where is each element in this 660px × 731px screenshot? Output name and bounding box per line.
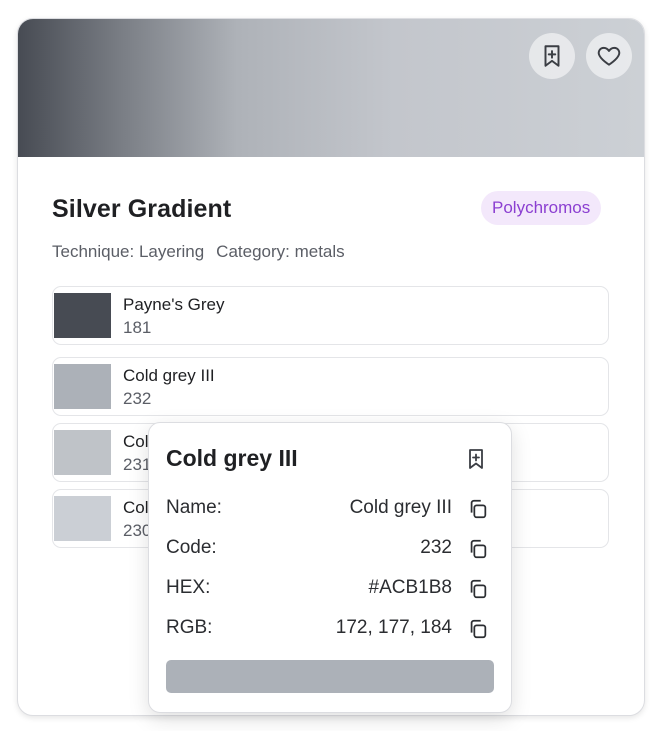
category-label: Category: metals — [216, 242, 345, 261]
detail-row-rgb: RGB: 172, 177, 184 — [166, 617, 494, 641]
detail-value: #ACB1B8 — [368, 577, 452, 598]
detail-label: RGB: — [166, 617, 213, 638]
technique-label: Technique: Layering — [52, 242, 205, 261]
detail-label: Code: — [166, 537, 217, 558]
detail-label: Name: — [166, 497, 222, 518]
detail-row-name: Name: Cold grey III — [166, 497, 494, 521]
detail-row-code: Code: 232 — [166, 537, 494, 561]
color-swatch — [54, 364, 111, 409]
bookmark-plus-icon — [544, 45, 560, 67]
heart-icon — [597, 46, 621, 66]
copy-icon[interactable] — [467, 498, 489, 520]
popover-title: Cold grey III — [166, 445, 298, 471]
color-name: Col — [123, 432, 149, 451]
detail-value: Cold grey III — [349, 497, 452, 518]
color-swatch — [54, 293, 111, 338]
color-row[interactable]: Cold grey III 232 — [52, 357, 609, 416]
copy-icon[interactable] — [467, 578, 489, 600]
palette-title: Silver Gradient — [52, 195, 232, 223]
color-code: 232 — [123, 389, 152, 408]
copy-icon[interactable] — [467, 618, 489, 640]
color-swatch — [54, 496, 111, 541]
detail-label: HEX: — [166, 577, 211, 598]
copy-icon[interactable] — [467, 538, 489, 560]
color-name: Payne's Grey — [123, 295, 225, 314]
palette-meta: Technique: Layering Category: metals — [52, 242, 357, 262]
color-name: Col — [123, 498, 149, 517]
detail-value: 172, 177, 184 — [335, 617, 452, 638]
color-code: 181 — [123, 318, 152, 337]
bookmark-plus-icon[interactable] — [464, 447, 488, 471]
color-detail-popover: Cold grey III Name: Cold grey III Code: … — [148, 422, 512, 713]
color-swatch — [54, 430, 111, 475]
bookmark-button[interactable] — [529, 33, 575, 79]
color-row[interactable]: Payne's Grey 181 — [52, 286, 609, 345]
detail-row-hex: HEX: #ACB1B8 — [166, 577, 494, 601]
favorite-button[interactable] — [586, 33, 632, 79]
color-preview-bar — [166, 660, 494, 693]
brand-badge[interactable]: Polychromos — [481, 191, 602, 225]
detail-value: 232 — [420, 537, 452, 558]
color-name: Cold grey III — [123, 366, 215, 385]
